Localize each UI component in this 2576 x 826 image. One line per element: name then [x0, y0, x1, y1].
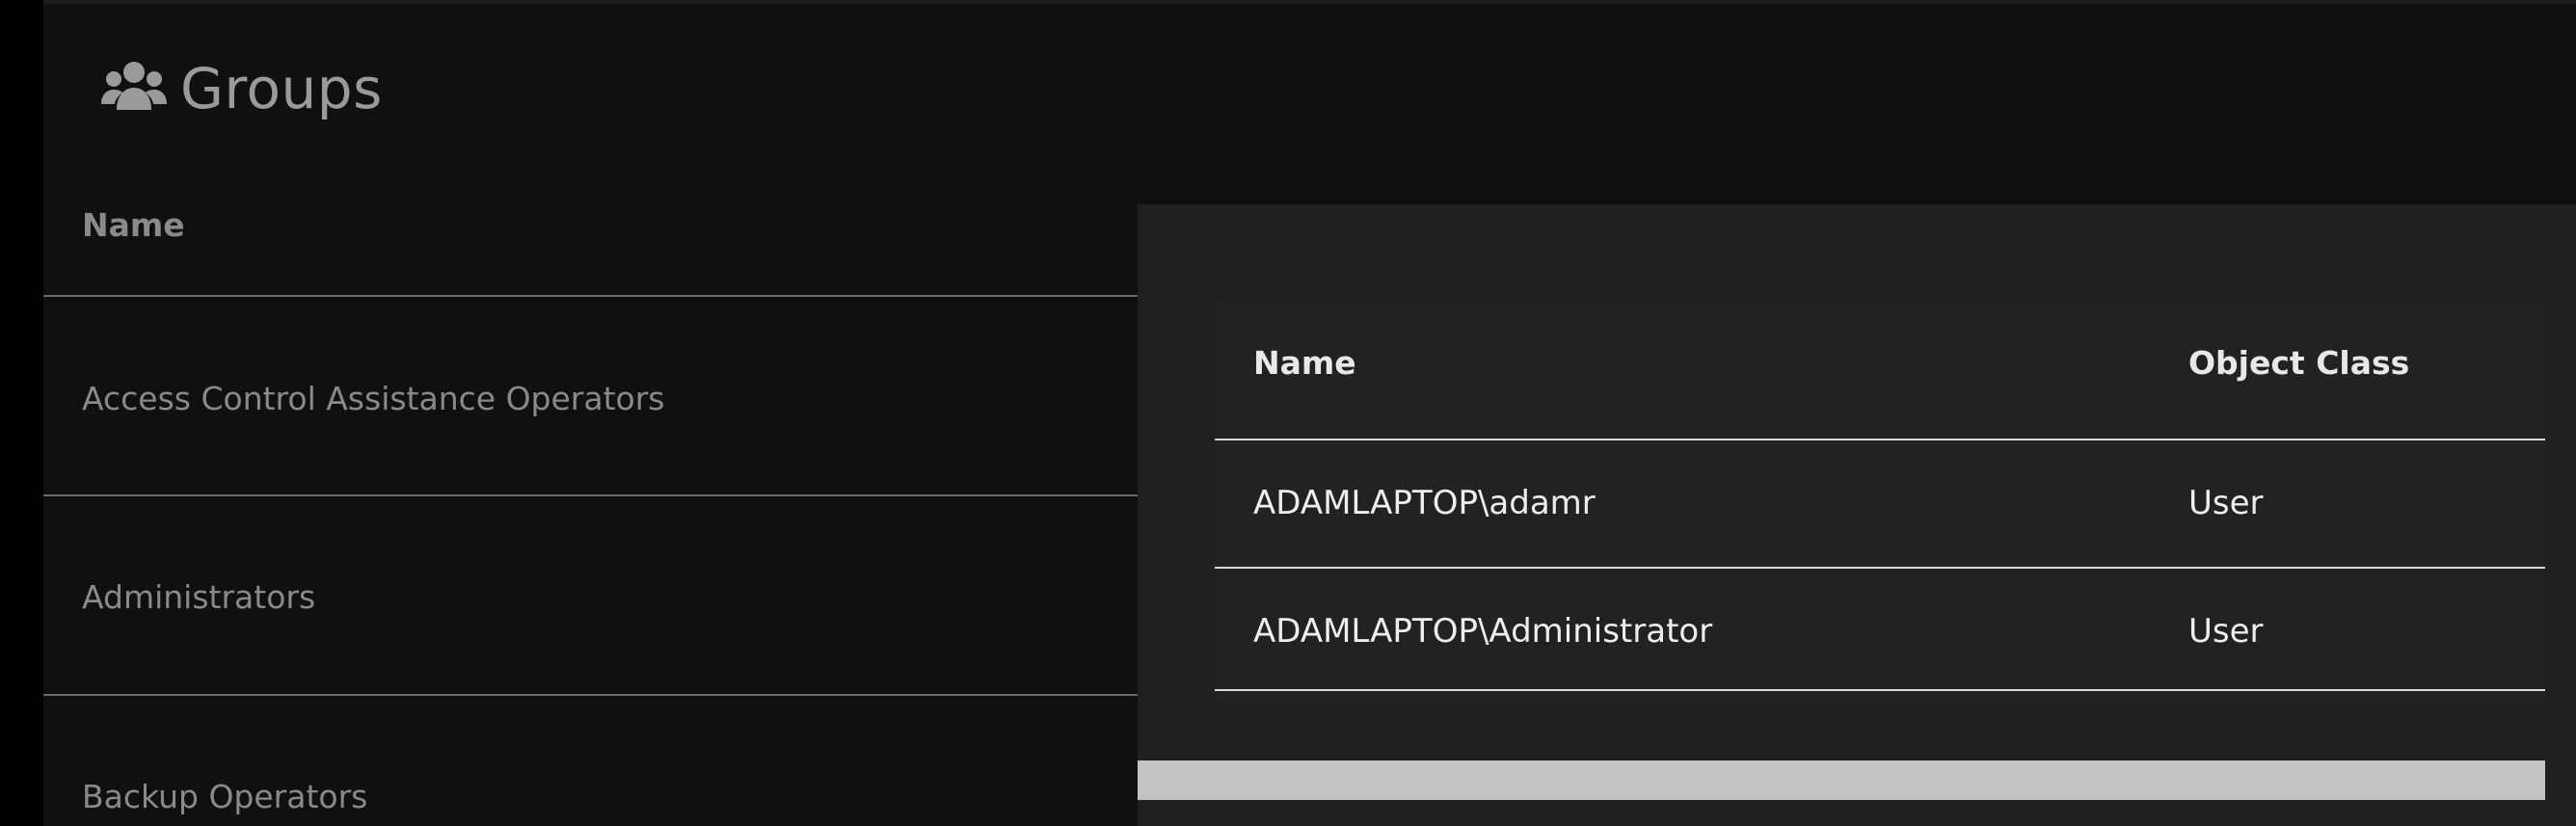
member-name: ADAMLAPTOP\adamr [1253, 484, 1596, 522]
member-name: ADAMLAPTOP\Administrator [1253, 612, 1713, 651]
member-object-class: User [2188, 612, 2264, 651]
group-members-dialog: Name Object Class ADAMLAPTOP\adamr User … [1138, 204, 2576, 826]
group-row-backup-operators[interactable]: Backup Operators [82, 778, 367, 815]
users-icon [101, 60, 167, 118]
group-row-access-control-assistance-operators[interactable]: Access Control Assistance Operators [82, 380, 664, 417]
row-divider [1215, 689, 2545, 691]
groups-name-column-header[interactable]: Name [82, 206, 185, 244]
group-row-administrators[interactable]: Administrators [82, 578, 315, 616]
member-object-class: User [2188, 484, 2264, 522]
horizontal-scrollbar[interactable] [1138, 760, 2545, 800]
table-header-divider [1215, 439, 2545, 440]
groups-window: Groups Name Access Control Assistance Op… [43, 0, 2576, 826]
members-name-column-header[interactable]: Name [1253, 344, 1356, 382]
row-divider [1215, 567, 2545, 569]
page-title: Groups [180, 56, 383, 121]
members-object-class-column-header[interactable]: Object Class [2188, 344, 2409, 382]
members-table: Name Object Class ADAMLAPTOP\adamr User … [1215, 301, 2545, 701]
page-header: Groups [101, 50, 383, 127]
